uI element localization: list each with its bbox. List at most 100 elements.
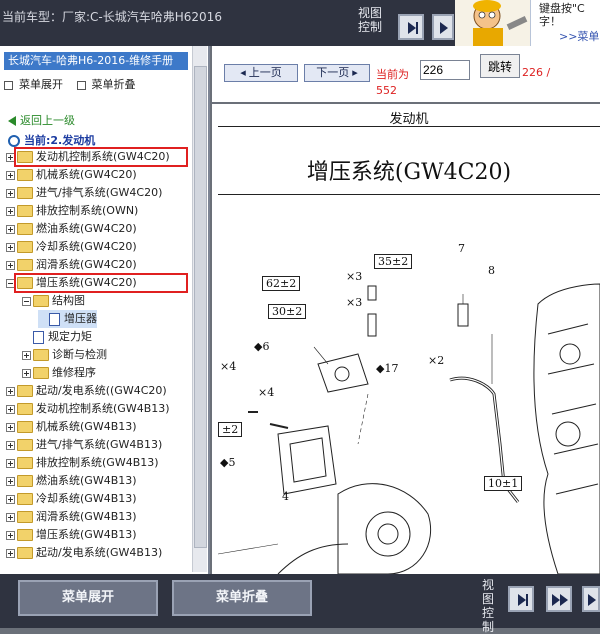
scrollbar-thumb[interactable] xyxy=(194,66,207,548)
tree-item-label: 机械系统(GW4C20) xyxy=(36,168,137,181)
tree-item[interactable]: 燃油系统(GW4B13) xyxy=(6,472,137,490)
expand-toggle-icon[interactable] xyxy=(6,242,15,252)
prev-page-button[interactable]: ◂ 上一页 xyxy=(224,64,298,82)
tree-item[interactable]: 润滑系统(GW4C20) xyxy=(6,256,137,274)
menu-collapse-link[interactable]: 菜单折叠 xyxy=(76,78,136,91)
quantity-label: ×3 xyxy=(346,270,363,283)
tree-item[interactable]: 燃油系统(GW4C20) xyxy=(6,220,137,238)
tree-item[interactable]: 排放控制系统(GW4B13) xyxy=(6,454,159,472)
main-content: ◂ 上一页 下一页 ▸ 当前为 跳转 226 / 552 发动机 增压系统(GW… xyxy=(212,46,600,575)
sidebar-scrollbar[interactable] xyxy=(192,46,207,572)
expand-toggle-icon[interactable] xyxy=(6,530,15,540)
folder-icon xyxy=(17,187,33,199)
expand-toggle-icon[interactable] xyxy=(6,494,15,504)
tree-item[interactable]: 机械系统(GW4B13) xyxy=(6,418,137,436)
tree-item[interactable]: 结构图 xyxy=(22,292,85,310)
torque-label: 35±2 xyxy=(374,254,413,269)
tree-item[interactable]: 润滑系统(GW4B13) xyxy=(6,508,137,526)
expand-toggle-icon[interactable] xyxy=(6,170,15,180)
tree-item[interactable]: 发动机控制系统(GW4B13) xyxy=(6,400,170,418)
tree-item[interactable]: 进气/排气系统(GW4B13) xyxy=(6,436,162,454)
expand-toggle-icon[interactable] xyxy=(6,548,15,558)
tree-item[interactable]: 起动/发电系统((GW4C20) xyxy=(6,382,167,400)
tree-item-label: 起动/发电系统(GW4B13) xyxy=(36,546,163,559)
menu-expand-button[interactable]: 菜单展开 xyxy=(18,580,158,616)
play-icon xyxy=(518,594,526,606)
expand-toggle-icon[interactable] xyxy=(6,224,15,234)
tip-box: 键盘按"C 字！ >>菜单 xyxy=(530,0,600,46)
tree-item[interactable]: 机械系统(GW4C20) xyxy=(6,166,137,184)
part-number-label: ◆6 xyxy=(254,340,270,353)
quantity-label: ×3 xyxy=(346,296,363,309)
expand-toggle-icon[interactable] xyxy=(6,440,15,450)
tree-item-label: 增压系统(GW4B13) xyxy=(36,528,137,541)
part-number-label: 4 xyxy=(282,490,289,503)
tip-text-1: 键盘按"C xyxy=(539,2,585,15)
expand-toggle-icon[interactable] xyxy=(22,368,31,378)
tree-item[interactable]: 增压系统(GW4B13) xyxy=(6,526,137,544)
expand-toggle-icon[interactable] xyxy=(6,188,15,198)
view-control-label: 视图控制 xyxy=(482,578,495,634)
highlight-box xyxy=(14,273,188,293)
folder-icon xyxy=(17,385,33,397)
folder-icon xyxy=(33,349,49,361)
tree-item[interactable]: 诊断与检测 xyxy=(22,346,107,364)
turbocharger-diagram: 35±2 7 62±2 ×3 8 30±2 ×3 ◆6 ×4 ×2 ◆17 ×4… xyxy=(217,242,600,575)
skip-view-button[interactable] xyxy=(546,586,572,612)
tree-item[interactable]: 增压器 xyxy=(38,310,97,328)
tree-item-label: 润滑系统(GW4B13) xyxy=(36,510,137,523)
menu-collapse-button[interactable]: 菜单折叠 xyxy=(172,580,312,616)
tree-item-label: 机械系统(GW4B13) xyxy=(36,420,137,433)
expand-toggle-icon[interactable] xyxy=(6,458,15,468)
expand-toggle-icon[interactable] xyxy=(6,512,15,522)
last-view-button[interactable] xyxy=(432,14,454,40)
expand-toggle-icon[interactable] xyxy=(6,260,15,270)
tree-item[interactable]: 维修程序 xyxy=(22,364,96,382)
car-model-text: 当前车型：厂家:C-长城汽车哈弗H62016 xyxy=(2,10,222,24)
menu-expand-link[interactable]: 菜单展开 xyxy=(4,78,63,91)
tree-item[interactable]: 冷却系统(GW4B13) xyxy=(6,490,137,508)
expand-icon xyxy=(4,80,13,90)
tree-item[interactable]: 进气/排气系统(GW4C20) xyxy=(6,184,162,202)
tree-item[interactable]: 规定力矩 xyxy=(22,328,92,346)
folder-icon xyxy=(17,475,33,487)
tip-text-2: 字！ xyxy=(539,15,561,28)
folder-icon xyxy=(17,241,33,253)
tree-item-label: 结构图 xyxy=(52,294,85,307)
tree-item-label: 燃油系统(GW4C20) xyxy=(36,222,137,235)
torque-label: 10±1 xyxy=(484,476,523,491)
pager-bar: ◂ 上一页 下一页 ▸ 当前为 跳转 226 / 552 xyxy=(212,46,600,104)
sidebar-title: 长城汽车-哈弗H6-2016-维修手册 xyxy=(4,52,188,70)
section-title: 发动机 xyxy=(389,112,429,127)
expand-toggle-icon[interactable] xyxy=(6,206,15,216)
document-page: 发动机 增压系统(GW4C20) 35±2 7 62±2 ×3 8 30±2 ×… xyxy=(217,104,600,575)
part-number-label: ◆5 xyxy=(220,456,236,469)
divider xyxy=(218,126,600,127)
play-icon xyxy=(552,594,560,606)
expand-toggle-icon[interactable] xyxy=(6,422,15,432)
play-icon xyxy=(560,594,568,606)
tree-item-label: 润滑系统(GW4C20) xyxy=(36,258,137,271)
expand-toggle-icon[interactable] xyxy=(6,404,15,414)
expand-toggle-icon[interactable] xyxy=(22,350,31,360)
back-link[interactable]: 返回上一级 xyxy=(8,112,75,128)
last-view-button[interactable] xyxy=(582,586,600,612)
expand-toggle-icon[interactable] xyxy=(6,476,15,486)
next-view-button[interactable] xyxy=(508,586,534,612)
tree-item[interactable]: 排放控制系统(OWN) xyxy=(6,202,138,220)
next-page-button[interactable]: 下一页 ▸ xyxy=(304,64,370,82)
expand-toggle-icon[interactable] xyxy=(6,386,15,396)
folder-icon xyxy=(17,223,33,235)
quantity-label: ×2 xyxy=(428,354,445,367)
next-view-button[interactable] xyxy=(398,14,424,40)
divider xyxy=(218,194,600,195)
tip-menu-link[interactable]: >>菜单 xyxy=(559,28,599,44)
tree-item[interactable]: 起动/发电系统(GW4B13) xyxy=(6,544,162,562)
collapse-icon xyxy=(76,80,86,90)
folder-icon xyxy=(17,205,33,217)
tree-item[interactable]: 冷却系统(GW4C20) xyxy=(6,238,137,256)
collapse-toggle-icon[interactable] xyxy=(22,296,31,306)
bar-icon xyxy=(416,22,418,34)
jump-button[interactable]: 跳转 xyxy=(480,54,520,78)
page-number-input[interactable] xyxy=(420,60,470,80)
